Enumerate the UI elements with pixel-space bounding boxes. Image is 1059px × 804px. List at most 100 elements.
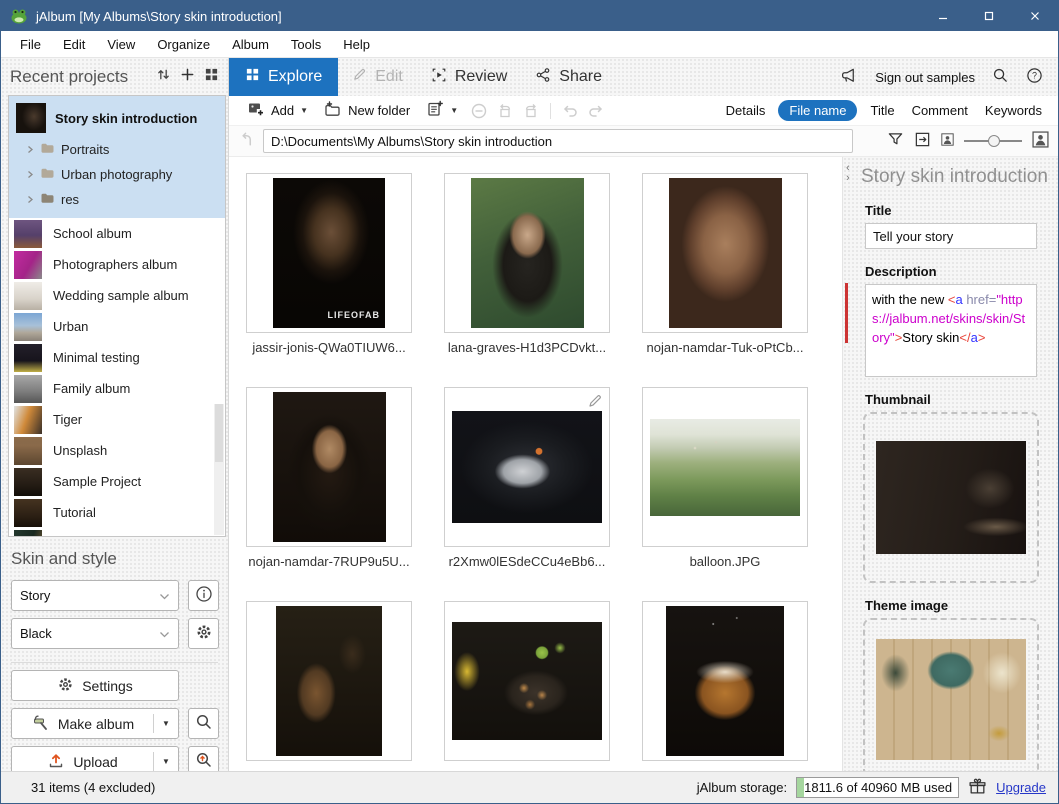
chevron-right-icon[interactable] <box>26 192 34 207</box>
skin-info-button[interactable] <box>188 580 219 611</box>
undo-icon[interactable] <box>557 98 583 124</box>
thumbnail-small-icon[interactable] <box>941 133 954 149</box>
caret-down-icon: ▼ <box>162 719 170 728</box>
slider-thumb[interactable] <box>988 135 1000 147</box>
menu-organize[interactable]: Organize <box>146 37 221 52</box>
title-input[interactable] <box>865 223 1037 249</box>
project-label: Minimal testing <box>53 350 140 365</box>
filter-keywords[interactable]: Keywords <box>981 100 1046 121</box>
menu-tools[interactable]: Tools <box>280 37 332 52</box>
description-segment: with the new <box>872 292 948 307</box>
photo-cake <box>666 606 784 756</box>
description-textarea[interactable]: with the new <a href="https://jalbum.net… <box>865 284 1037 377</box>
project-item[interactable]: School album <box>9 218 225 249</box>
make-album-dropdown[interactable]: ▼ <box>154 719 178 728</box>
photo-camera <box>452 411 602 523</box>
close-button[interactable] <box>1012 1 1058 31</box>
project-item[interactable]: Tutorial <box>9 497 225 528</box>
menu-help[interactable]: Help <box>332 37 381 52</box>
photo-nojan-namdar-2 <box>273 392 386 542</box>
photo-cell[interactable] <box>642 601 808 771</box>
selected-project-block[interactable]: Story skin introduction Portraits Urban … <box>9 96 225 218</box>
photo-cell[interactable] <box>246 601 412 771</box>
photo-cell[interactable]: nojan-namdar-Tuk-oPtCb... <box>642 173 808 356</box>
style-settings-button[interactable] <box>188 618 219 649</box>
up-level-icon[interactable] <box>238 131 255 151</box>
project-item[interactable]: Photographers album <box>9 249 225 280</box>
menu-album[interactable]: Album <box>221 37 280 52</box>
photo-cell[interactable]: lana-graves-H1d3PCDvkt... <box>444 173 610 356</box>
tab-explore-label: Explore <box>268 68 322 86</box>
filter-details[interactable]: Details <box>722 100 770 121</box>
description-segment: a <box>971 330 978 345</box>
sort-icon[interactable] <box>156 67 171 87</box>
megaphone-icon[interactable] <box>839 67 858 87</box>
theme-image-dropzone[interactable] <box>863 618 1039 781</box>
project-item[interactable]: Welcome to jAlbum <box>9 528 225 537</box>
thumbnail-size-slider[interactable] <box>964 134 1022 148</box>
new-folder-button[interactable]: New folder <box>316 98 418 124</box>
divider <box>550 103 551 119</box>
settings-button[interactable]: Settings <box>11 670 179 701</box>
rotate-left-icon[interactable] <box>492 98 518 124</box>
items-count: 31 items (4 excluded) <box>31 780 155 795</box>
photo-cell[interactable]: balloon.JPG <box>642 387 808 570</box>
upgrade-link[interactable]: Upgrade <box>996 780 1046 795</box>
maximize-button[interactable] <box>966 1 1012 31</box>
project-item[interactable]: Urban <box>9 311 225 342</box>
project-label: Tutorial <box>53 505 96 520</box>
photo-cell[interactable] <box>444 601 610 771</box>
tab-edit[interactable]: Edit <box>338 58 417 96</box>
search-icon[interactable] <box>992 67 1009 87</box>
menu-file[interactable]: File <box>9 37 52 52</box>
chevron-right-icon[interactable] <box>26 142 34 157</box>
tab-edit-label: Edit <box>375 68 403 86</box>
filter-title[interactable]: Title <box>866 100 898 121</box>
tree-item-urban-photography[interactable]: Urban photography <box>9 162 225 187</box>
preview-button[interactable] <box>188 708 219 739</box>
menu-edit[interactable]: Edit <box>52 37 96 52</box>
filter-file-name[interactable]: File name <box>778 100 857 121</box>
add-project-icon[interactable] <box>180 67 195 87</box>
add-button[interactable]: Add ▼ <box>239 98 316 124</box>
redo-icon[interactable] <box>583 98 609 124</box>
chevron-right-icon[interactable] <box>26 167 34 182</box>
project-item[interactable]: Unsplash <box>9 435 225 466</box>
description-label: Description <box>865 264 1058 279</box>
thumbnail-dropzone[interactable] <box>863 412 1039 583</box>
panel-collapse-icon[interactable]: ‹› <box>846 163 850 183</box>
skin-select[interactable]: Story <box>11 580 179 611</box>
gift-icon[interactable] <box>968 777 987 799</box>
minimize-button[interactable] <box>920 1 966 31</box>
project-item[interactable]: Sample Project <box>9 466 225 497</box>
tab-share-label: Share <box>559 68 602 86</box>
tab-review[interactable]: Review <box>417 58 521 96</box>
style-select[interactable]: Black <box>11 618 179 649</box>
photo-cell[interactable]: r2Xmw0lESdeCCu4eBb6... <box>444 387 610 570</box>
sign-out-link[interactable]: Sign out samples <box>875 70 975 85</box>
tab-share[interactable]: Share <box>521 58 616 96</box>
project-item[interactable]: Wedding sample album <box>9 280 225 311</box>
tab-explore[interactable]: Explore <box>229 58 338 96</box>
upload-dropdown[interactable]: ▼ <box>154 757 178 766</box>
rotate-right-icon[interactable] <box>518 98 544 124</box>
open-in-explorer-icon[interactable] <box>914 131 931 151</box>
exclude-icon[interactable] <box>466 98 492 124</box>
thumbnail-large-icon[interactable] <box>1032 131 1049 151</box>
path-input[interactable] <box>263 129 853 153</box>
project-list-scrollbar[interactable] <box>214 404 224 535</box>
photo-cell[interactable]: nojan-namdar-7RUP9u5U... <box>246 387 412 570</box>
help-icon[interactable]: ? <box>1026 67 1043 87</box>
project-item[interactable]: Family album <box>9 373 225 404</box>
filter-funnel-icon[interactable] <box>887 131 904 151</box>
photo-cell[interactable]: LIFEOFAB jassir-jonis-QWa0TIUW6... <box>246 173 412 356</box>
project-item[interactable]: Tiger <box>9 404 225 435</box>
project-item[interactable]: Minimal testing <box>9 342 225 373</box>
menu-view[interactable]: View <box>96 37 146 52</box>
tree-item-portraits[interactable]: Portraits <box>9 137 225 162</box>
tree-item-res[interactable]: res <box>9 187 225 212</box>
add-page-button[interactable]: ▼ <box>418 98 466 124</box>
grid-view-icon[interactable] <box>204 67 219 87</box>
filter-comment[interactable]: Comment <box>908 100 972 121</box>
make-album-button[interactable]: Make album ▼ <box>11 708 179 739</box>
